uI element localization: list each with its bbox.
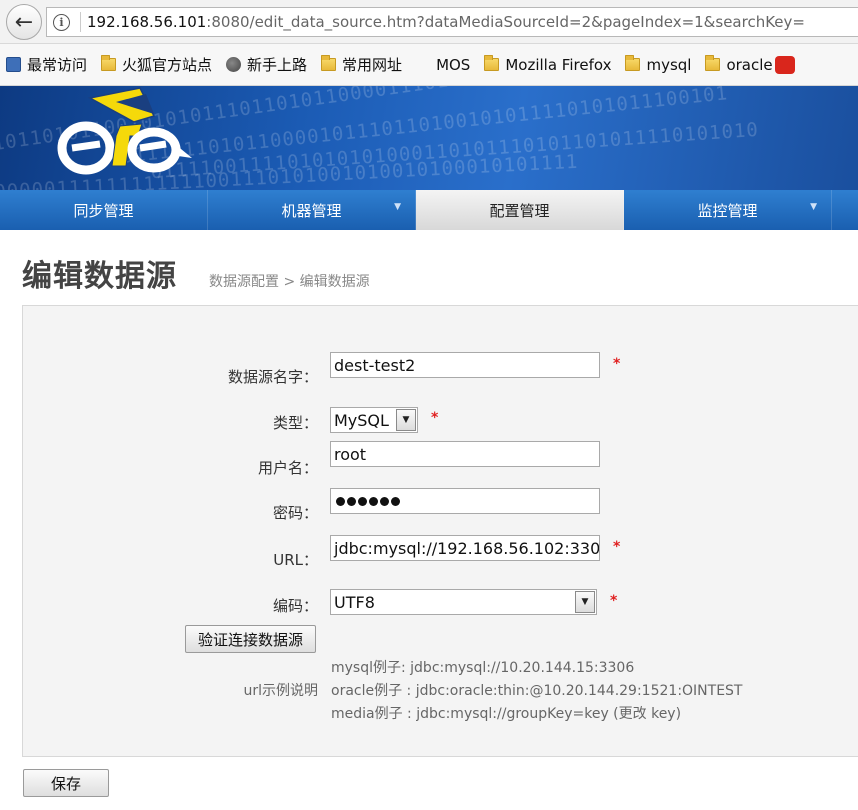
bookmark-firefox-site[interactable]: 火狐官方站点: [101, 54, 212, 75]
password-dot: [347, 496, 356, 506]
password-mask: [336, 496, 400, 506]
type-label: 类型：: [272, 414, 318, 432]
url-input[interactable]: jdbc:mysql://192.168.56.102:3306: [330, 535, 600, 561]
nav-machine-management[interactable]: 机器管理 ▼: [208, 190, 416, 230]
username-label: 用户名：: [257, 459, 318, 477]
password-dot: [336, 496, 345, 506]
browser-address-bar: ← i 192.168.56.101:8080/edit_data_source…: [0, 0, 858, 44]
name-label: 数据源名字：: [227, 368, 318, 386]
site-banner: 1011010110010101011101101011000011101011…: [0, 86, 858, 190]
dropdown-arrow-icon[interactable]: ▼: [396, 409, 416, 431]
breadcrumb: 数据源配置 > 编辑数据源: [209, 274, 370, 290]
nav-label: 机器管理: [281, 201, 342, 220]
bookmark-mos[interactable]: MOS: [436, 56, 470, 74]
bookmark-mozilla-firefox[interactable]: Mozilla Firefox: [484, 55, 612, 74]
password-dot: [380, 496, 389, 506]
otter-logo: [57, 87, 192, 175]
url-label: URL：: [273, 551, 318, 569]
url-host: 192.168.56.101: [87, 13, 207, 31]
media-example: media例子 : jdbc:mysql://groupKey=key (更改 …: [331, 706, 682, 722]
nav-config-management[interactable]: 配置管理: [416, 190, 624, 230]
bookmark-getting-started[interactable]: 新手上路: [226, 54, 307, 75]
url-example-label: url示例说明: [243, 683, 318, 699]
save-button[interactable]: 保存: [23, 769, 109, 797]
chevron-down-icon: ▼: [810, 202, 817, 212]
nav-label: 同步管理: [73, 201, 134, 220]
dropdown-arrow-icon[interactable]: ▼: [575, 591, 595, 613]
bookmark-label: oracle: [726, 55, 773, 74]
username-input[interactable]: root: [330, 441, 600, 467]
back-arrow-icon[interactable]: ←: [6, 4, 42, 40]
type-select[interactable]: MySQL ▼: [330, 407, 418, 433]
password-dot: [358, 496, 367, 506]
encoding-value: UTF8: [334, 592, 375, 612]
mysql-example: mysql例子: jdbc:mysql://10.20.144.15:3306: [331, 660, 635, 676]
encoding-label: 编码：: [272, 597, 318, 615]
nav-monitor-management[interactable]: 监控管理 ▼: [624, 190, 832, 230]
url-value-part: :3306: [564, 538, 600, 558]
oracle-example: oracle例子 : jdbc:oracle:thin:@10.20.144.2…: [331, 683, 743, 699]
nav-sync-management[interactable]: 同步管理: [0, 190, 208, 230]
verify-connection-button[interactable]: 验证连接数据源: [185, 625, 316, 653]
bookmark-label: mysql: [646, 55, 692, 74]
password-dot: [391, 496, 400, 506]
bookmark-mysql[interactable]: mysql: [625, 55, 692, 74]
password-input[interactable]: [330, 488, 600, 514]
bookmark-label: 常用网址: [342, 56, 403, 74]
type-value: MySQL: [334, 410, 389, 430]
folder-icon: [625, 55, 641, 71]
bookmark-most-visited[interactable]: 最常访问: [6, 54, 87, 75]
main-nav: 同步管理 机器管理 ▼ 配置管理 监控管理 ▼: [0, 190, 858, 230]
required-mark: *: [431, 410, 439, 426]
name-value: dest-test2: [334, 355, 416, 375]
folder-icon: [321, 55, 337, 71]
password-dot: [369, 496, 378, 506]
required-mark: *: [613, 539, 621, 555]
folder-icon: [484, 55, 500, 71]
url-value-part: jdbc:mysql://192.168.56.102: [334, 538, 565, 558]
folder-icon: [705, 55, 721, 71]
bookmark-label: MOS: [436, 55, 471, 74]
globe-icon: [226, 57, 242, 72]
required-mark: *: [610, 593, 618, 609]
bookmark-common-sites[interactable]: 常用网址: [321, 54, 402, 75]
bookmark-oracle[interactable]: oracle: [705, 55, 795, 74]
bookmark-label: 新手上路: [247, 56, 308, 74]
password-label: 密码：: [272, 504, 318, 522]
bookmark-label: 火狐官方站点: [122, 56, 213, 74]
nav-label: 监控管理: [697, 201, 758, 220]
oracle-logo-icon: [774, 55, 795, 74]
encoding-select[interactable]: UTF8 ▼: [330, 589, 597, 615]
page-icon: [6, 57, 21, 72]
chevron-down-icon: ▼: [394, 202, 401, 212]
url-path: :8080/edit_data_source.htm?dataMediaSour…: [206, 13, 805, 31]
datasource-name-input[interactable]: dest-test2: [330, 352, 600, 378]
url-separator: [80, 12, 81, 32]
bookmark-label: Mozilla Firefox: [505, 55, 612, 74]
bookmarks-toolbar: 最常访问 火狐官方站点 新手上路 常用网址 MOS Mozilla Firefo…: [0, 44, 858, 86]
bookmark-label: 最常访问: [27, 56, 88, 74]
url-field[interactable]: i 192.168.56.101:8080/edit_data_source.h…: [46, 7, 858, 37]
folder-icon: [101, 55, 117, 71]
page-title: 编辑数据源: [22, 259, 177, 294]
nav-label: 配置管理: [489, 201, 550, 220]
required-mark: *: [613, 356, 621, 372]
username-value: root: [334, 444, 367, 464]
info-icon[interactable]: i: [53, 13, 70, 31]
